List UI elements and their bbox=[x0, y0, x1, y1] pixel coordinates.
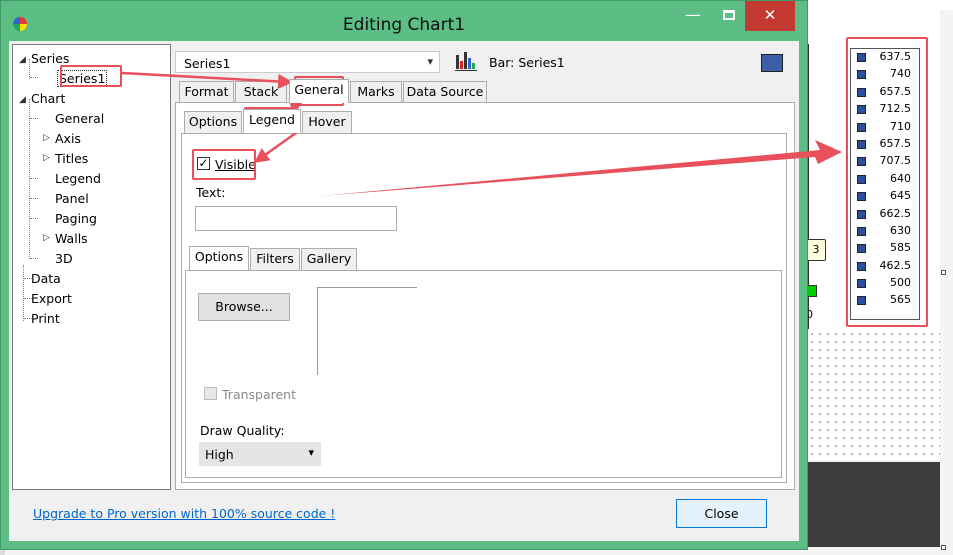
tree-item-chart[interactable]: Chart bbox=[31, 91, 65, 106]
bar-chart-icon bbox=[455, 51, 477, 71]
tab-options[interactable]: Options bbox=[184, 111, 242, 133]
transparent-label[interactable]: Transparent bbox=[222, 387, 296, 402]
chevron-down-icon[interactable]: ▾ bbox=[308, 446, 314, 459]
tab-data-source[interactable]: Data Source bbox=[403, 81, 487, 103]
tree-connector bbox=[30, 218, 38, 219]
expanded-arrow-icon[interactable]: ◢ bbox=[19, 55, 26, 65]
tree-line bbox=[23, 265, 24, 321]
series-color-button[interactable] bbox=[761, 54, 783, 72]
maximize-icon bbox=[723, 10, 735, 20]
tree-item-3d[interactable]: 3D bbox=[55, 251, 73, 266]
annotation-box-series1 bbox=[60, 65, 122, 87]
tab-general[interactable]: General bbox=[289, 79, 349, 103]
text-label: Text: bbox=[196, 185, 226, 200]
tree-item-titles[interactable]: Titles bbox=[55, 151, 88, 166]
tree-item-series[interactable]: Series bbox=[31, 51, 69, 66]
collapsed-arrow-icon[interactable]: ▷ bbox=[43, 133, 50, 143]
chart-mark-tooltip: 3 bbox=[806, 239, 826, 261]
tree-item-walls[interactable]: Walls bbox=[55, 231, 88, 246]
tree-item-legend[interactable]: Legend bbox=[55, 171, 101, 186]
annotation-box-legend bbox=[846, 37, 928, 327]
tree-connector bbox=[30, 77, 38, 78]
dialog-client: ◢ Series Series1 ◢ Chart General ▷ Axis … bbox=[9, 41, 799, 541]
image-preview bbox=[317, 287, 417, 375]
series-combo-value: Series1 bbox=[184, 56, 231, 71]
expanded-arrow-icon[interactable]: ◢ bbox=[19, 95, 26, 105]
tab-filters[interactable]: Filters bbox=[250, 248, 300, 270]
collapsed-arrow-icon[interactable]: ▷ bbox=[43, 153, 50, 163]
tree-item-data[interactable]: Data bbox=[31, 271, 61, 286]
designer-grid bbox=[800, 330, 940, 460]
tree-item-general[interactable]: General bbox=[55, 111, 104, 126]
tree-item-export[interactable]: Export bbox=[31, 291, 72, 306]
minimize-button[interactable]: — bbox=[673, 1, 713, 31]
designer-panel bbox=[800, 10, 940, 40]
tree-connector bbox=[30, 198, 38, 199]
tree-connector bbox=[30, 258, 38, 259]
designer-top-strip bbox=[800, 0, 953, 10]
draw-quality-value: High bbox=[205, 447, 234, 462]
transparent-checkbox[interactable] bbox=[204, 387, 217, 400]
tab-format[interactable]: Format bbox=[179, 81, 234, 103]
tree-item-panel[interactable]: Panel bbox=[55, 191, 89, 206]
tree-line bbox=[29, 99, 30, 259]
collapsed-arrow-icon[interactable]: ▷ bbox=[43, 233, 50, 243]
maximize-button[interactable] bbox=[709, 1, 749, 31]
draw-quality-select[interactable]: High ▾ bbox=[199, 442, 321, 466]
designer-dark-area bbox=[800, 462, 940, 547]
tab-marks[interactable]: Marks bbox=[350, 81, 402, 103]
tree-item-axis[interactable]: Axis bbox=[55, 131, 81, 146]
close-button[interactable]: Close bbox=[676, 499, 767, 528]
tree-connector bbox=[30, 178, 38, 179]
close-window-button[interactable]: ✕ bbox=[745, 1, 795, 31]
series-title: Bar: Series1 bbox=[489, 55, 565, 70]
resize-handle[interactable] bbox=[941, 270, 946, 275]
tab-inner-options[interactable]: Options bbox=[189, 246, 249, 270]
annotation-box-visible bbox=[192, 149, 256, 180]
editor-tree[interactable]: ◢ Series Series1 ◢ Chart General ▷ Axis … bbox=[12, 44, 171, 490]
tab-gallery[interactable]: Gallery bbox=[301, 248, 357, 270]
draw-quality-label: Draw Quality: bbox=[200, 423, 285, 438]
title-bar[interactable]: Editing Chart1 — ✕ bbox=[1, 1, 807, 41]
tree-item-paging[interactable]: Paging bbox=[55, 211, 97, 226]
tab-hover[interactable]: Hover bbox=[302, 111, 352, 133]
upgrade-link[interactable]: Upgrade to Pro version with 100% source … bbox=[33, 506, 335, 521]
series-combo[interactable]: Series1 ▾ bbox=[175, 51, 440, 73]
tab-legend[interactable]: Legend bbox=[243, 109, 301, 133]
resize-handle[interactable] bbox=[941, 545, 946, 550]
tree-item-print[interactable]: Print bbox=[31, 311, 60, 326]
chevron-down-icon[interactable]: ▾ bbox=[427, 55, 433, 68]
legend-text-field[interactable] bbox=[195, 206, 397, 231]
tree-connector bbox=[30, 118, 38, 119]
tree-line bbox=[29, 59, 30, 79]
tab-stack[interactable]: Stack bbox=[235, 81, 287, 103]
browse-button[interactable]: Browse... bbox=[198, 293, 290, 321]
